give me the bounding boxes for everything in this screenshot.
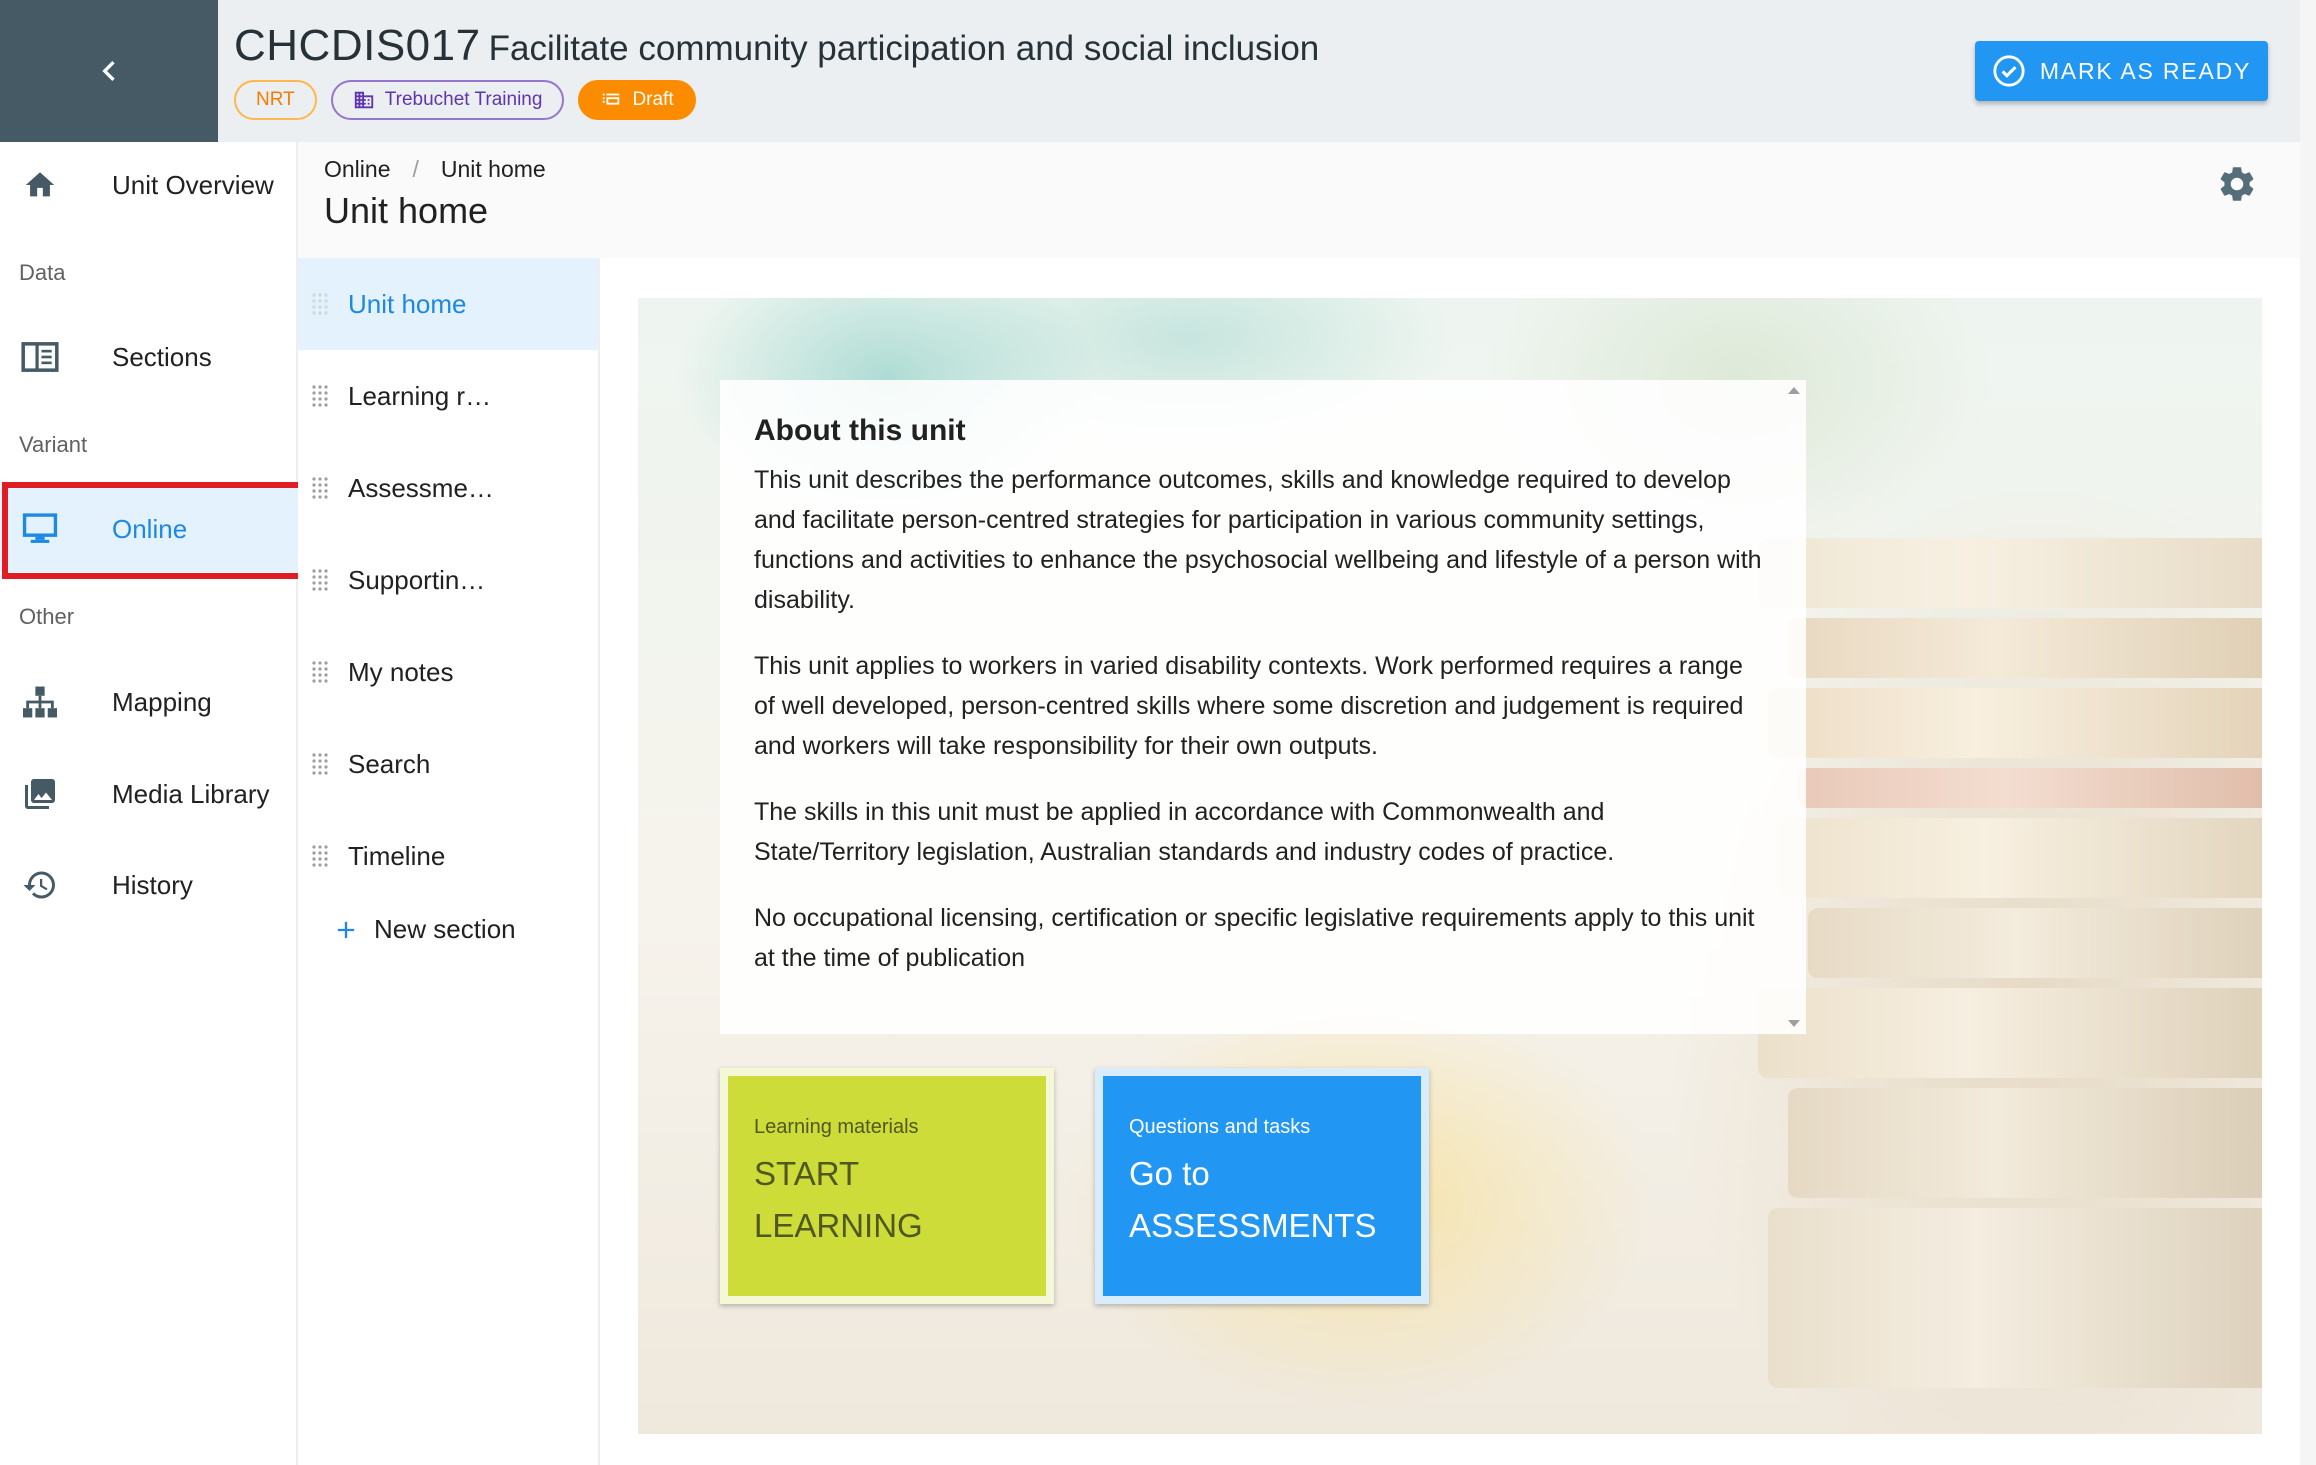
mark-as-ready-button[interactable]: MARK AS READY bbox=[1975, 41, 2268, 101]
nav-label: Online bbox=[112, 513, 188, 544]
tile-title-line: LEARNING bbox=[754, 1207, 923, 1244]
tile-title-line: ASSESSMENTS bbox=[1129, 1207, 1377, 1244]
nav-item-media-library[interactable]: Media Library bbox=[0, 751, 298, 837]
chevron-left-icon bbox=[102, 61, 115, 81]
about-body: This unit describes the performance outc… bbox=[754, 460, 1764, 1004]
about-paragraph: The skills in this unit must be applied … bbox=[754, 798, 1615, 866]
unit-title: Facilitate community participation and s… bbox=[488, 29, 1320, 68]
drag-handle-icon[interactable] bbox=[310, 384, 330, 408]
section-item-my-notes[interactable]: My notes bbox=[298, 626, 598, 718]
tile-body: Questions and tasks Go to ASSESSMENTS bbox=[1103, 1076, 1421, 1296]
new-section-label: New section bbox=[374, 914, 516, 944]
breadcrumb: Online / Unit home bbox=[324, 156, 546, 183]
section-item-search[interactable]: Search bbox=[298, 718, 598, 810]
mark-as-ready-label: MARK AS READY bbox=[2039, 57, 2252, 84]
monitor-icon bbox=[20, 509, 60, 549]
drag-handle-icon[interactable] bbox=[310, 752, 330, 776]
nav-label: Unit Overview bbox=[112, 169, 274, 200]
back-button[interactable] bbox=[0, 0, 218, 142]
sitemap-icon bbox=[20, 682, 60, 722]
unit-heading: CHCDIS017 Facilitate community participat… bbox=[234, 18, 1319, 77]
about-paragraph: No occupational licensing, certification… bbox=[754, 904, 1755, 972]
section-list: Unit home Learning r… Assessme… Supporti… bbox=[298, 258, 600, 1465]
about-paragraph: This unit applies to workers in varied d… bbox=[754, 652, 1744, 760]
scroll-up-arrow-icon[interactable] bbox=[1782, 380, 1806, 400]
page-scrollbar[interactable] bbox=[2300, 0, 2316, 1465]
provider-chip-label: Trebuchet Training bbox=[384, 89, 543, 110]
scroll-down-arrow-icon[interactable] bbox=[1782, 1014, 1806, 1034]
section-label: Unit home bbox=[348, 288, 467, 319]
unit-code: CHCDIS017 bbox=[234, 21, 481, 70]
about-title: About this unit bbox=[754, 414, 966, 447]
photo-library-icon bbox=[20, 774, 60, 814]
section-item-unit-home[interactable]: Unit home bbox=[298, 258, 598, 350]
section-label: Assessme… bbox=[348, 472, 494, 503]
drag-handle-icon[interactable] bbox=[310, 660, 330, 684]
breadcrumb-separator: / bbox=[412, 156, 419, 182]
drag-handle-icon[interactable] bbox=[310, 844, 330, 868]
section-label: Timeline bbox=[348, 840, 446, 871]
page-title: Unit home bbox=[324, 190, 489, 231]
section-label: My notes bbox=[348, 656, 454, 687]
plus-icon bbox=[337, 921, 355, 938]
section-label: Learning r… bbox=[348, 380, 492, 411]
section-item-timeline[interactable]: Timeline bbox=[298, 810, 598, 902]
nav-label: Media Library bbox=[112, 778, 270, 809]
nav-item-mapping[interactable]: Mapping bbox=[0, 659, 298, 745]
section-label: Supportin… bbox=[348, 564, 486, 595]
nav-group-data: Data bbox=[19, 260, 66, 285]
status-badge: Draft bbox=[578, 80, 696, 120]
sections-icon bbox=[20, 337, 60, 377]
drag-handle-icon[interactable] bbox=[310, 476, 330, 500]
nav-item-online[interactable]: Online bbox=[0, 486, 298, 572]
unit-chips: NRT Trebuchet Training Draft bbox=[234, 80, 696, 120]
gear-icon bbox=[2220, 167, 2254, 201]
nav-group-other: Other bbox=[19, 604, 75, 629]
tile-subtitle: Questions and tasks bbox=[1129, 1116, 1311, 1138]
nrt-chip-label: NRT bbox=[256, 89, 295, 110]
section-item-assessments[interactable]: Assessme… bbox=[298, 442, 598, 534]
breadcrumb-online[interactable]: Online bbox=[324, 156, 390, 183]
drag-handle-icon[interactable] bbox=[310, 568, 330, 592]
nav-item-history[interactable]: History bbox=[0, 842, 298, 928]
building-icon bbox=[354, 91, 373, 109]
left-nav: Unit Overview Data Sections Variant Onli… bbox=[0, 142, 298, 1465]
provider-chip: Trebuchet Training bbox=[330, 80, 565, 120]
draft-icon bbox=[603, 93, 620, 105]
history-icon bbox=[20, 865, 60, 905]
about-paragraph: This unit describes the performance outc… bbox=[754, 466, 1762, 614]
settings-button[interactable] bbox=[2216, 163, 2258, 205]
tile-title: START LEARNING bbox=[754, 1148, 1044, 1252]
nav-label: Mapping bbox=[112, 686, 212, 717]
status-badge-label: Draft bbox=[632, 89, 674, 110]
tile-title-line: START bbox=[754, 1155, 860, 1192]
book-stack-image bbox=[1758, 478, 2262, 1434]
about-unit-panel[interactable]: About this unit This unit describes the … bbox=[720, 380, 1806, 1034]
nav-item-sections[interactable]: Sections bbox=[0, 314, 298, 400]
new-section-button[interactable]: New section bbox=[332, 914, 516, 945]
tile-subtitle: Learning materials bbox=[754, 1116, 919, 1138]
content-header: Online / Unit home Unit home bbox=[298, 142, 2300, 258]
home-icon bbox=[20, 165, 60, 205]
nav-item-unit-overview[interactable]: Unit Overview bbox=[0, 142, 298, 228]
check-circle-icon bbox=[1993, 55, 2025, 87]
tile-body: Learning materials START LEARNING bbox=[728, 1076, 1046, 1296]
nrt-chip: NRT bbox=[234, 80, 317, 120]
section-label: Search bbox=[348, 748, 431, 779]
go-to-assessments-tile[interactable]: Questions and tasks Go to ASSESSMENTS bbox=[1095, 1068, 1429, 1304]
drag-handle-icon[interactable] bbox=[310, 292, 330, 316]
nav-label: History bbox=[112, 869, 193, 900]
section-item-learning[interactable]: Learning r… bbox=[298, 350, 598, 442]
top-bar: CHCDIS017 Facilitate community participat… bbox=[0, 0, 2300, 142]
tile-title-line: Go to bbox=[1129, 1155, 1210, 1192]
start-learning-tile[interactable]: Learning materials START LEARNING bbox=[720, 1068, 1054, 1304]
app-root: CHCDIS017 Facilitate community participat… bbox=[0, 0, 2316, 1465]
section-item-supporting[interactable]: Supportin… bbox=[298, 534, 598, 626]
nav-label: Sections bbox=[112, 341, 212, 372]
nav-group-variant: Variant bbox=[19, 432, 88, 457]
breadcrumb-unit-home: Unit home bbox=[440, 156, 546, 182]
tile-title: Go to ASSESSMENTS bbox=[1129, 1148, 1419, 1252]
